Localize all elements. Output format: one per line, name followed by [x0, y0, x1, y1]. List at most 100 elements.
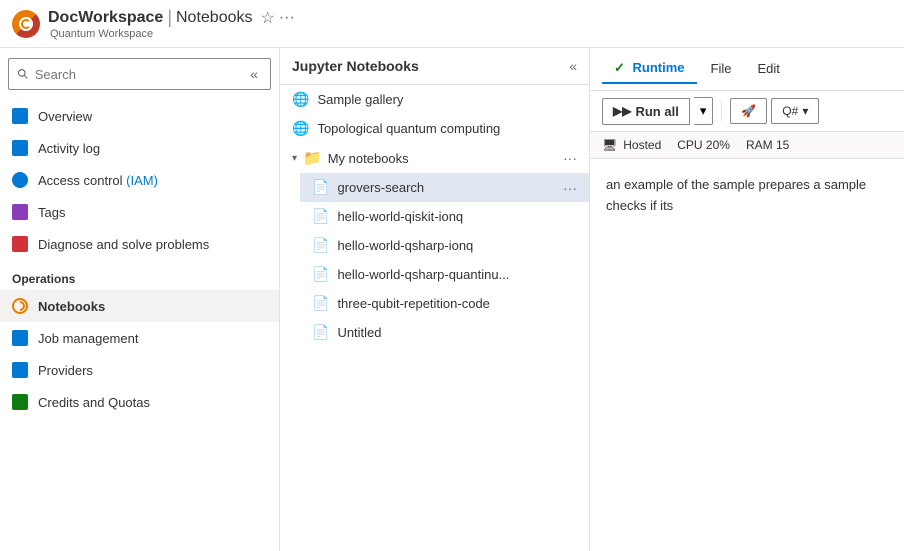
more-icon[interactable]: ···: [279, 9, 295, 27]
sidebar-nav: Overview Activity log Access control (IA…: [0, 100, 279, 551]
hello-world-qsharp-item[interactable]: 📄 hello-world-qsharp-ionq: [300, 231, 589, 260]
sidebar-item-label: Credits and Quotas: [38, 395, 150, 410]
sidebar-collapse-button[interactable]: «: [246, 64, 262, 84]
sidebar-item-overview[interactable]: Overview: [0, 100, 279, 132]
notebooks-svg-icon: [12, 298, 28, 314]
search-input[interactable]: [35, 67, 240, 82]
tab-label: File: [711, 61, 732, 76]
sidebar-item-providers[interactable]: Providers: [0, 354, 279, 386]
file-icon: 📄: [312, 324, 329, 341]
sidebar-item-label: Access control (IAM): [38, 173, 158, 188]
check-icon: ✓: [614, 60, 625, 75]
star-icon[interactable]: ☆: [261, 8, 275, 28]
sidebar-item-access-control[interactable]: Access control (IAM): [0, 164, 279, 196]
topbar: DocWorkspace | Notebooks ☆ ··· Quantum W…: [0, 0, 904, 48]
workspace-label: Quantum Workspace: [50, 28, 295, 40]
sidebar-item-job-management[interactable]: Job management: [0, 322, 279, 354]
hello-world-qsharp-q-item[interactable]: 📄 hello-world-qsharp-quantinu...: [300, 260, 589, 289]
middle-collapse-button[interactable]: «: [569, 58, 577, 74]
item-more-icon[interactable]: ···: [563, 180, 577, 196]
my-notebooks-header[interactable]: ▾ 📁 My notebooks ···: [280, 143, 589, 173]
sidebar-item-credits[interactable]: Credits and Quotas: [0, 386, 279, 418]
hosted-label: Hosted: [623, 138, 661, 152]
tab-label: Edit: [757, 61, 779, 76]
globe-icon: 🌐: [292, 91, 309, 108]
jupyter-notebooks-title: Jupyter Notebooks: [292, 58, 565, 74]
tab-label: Runtime: [633, 60, 685, 75]
sidebar: « Overview Activity log Access control (…: [0, 48, 280, 551]
sidebar-item-tags[interactable]: Tags: [0, 196, 279, 228]
access-icon: [12, 172, 28, 188]
sidebar-item-label: Providers: [38, 363, 93, 378]
middle-panel: Jupyter Notebooks « 🌐 Sample gallery 🌐 T…: [280, 48, 590, 551]
sidebar-item-label: Notebooks: [38, 299, 105, 314]
my-notebooks-children: 📄 grovers-search ··· 📄 hello-world-qiski…: [280, 173, 589, 347]
iam-link: (IAM): [126, 173, 158, 188]
globe-icon: 🌐: [292, 120, 309, 137]
toolbar-separator: [721, 101, 722, 121]
main-layout: « Overview Activity log Access control (…: [0, 48, 904, 551]
sidebar-item-diagnose[interactable]: Diagnose and solve problems: [0, 228, 279, 260]
middle-content: 🌐 Sample gallery 🌐 Topological quantum c…: [280, 85, 589, 551]
sidebar-item-notebooks[interactable]: Notebooks: [0, 290, 279, 322]
operations-section-label: Operations: [0, 260, 279, 290]
untitled-item[interactable]: 📄 Untitled: [300, 318, 589, 347]
app-subtitle: Notebooks: [176, 9, 253, 27]
sidebar-item-label: Activity log: [38, 141, 100, 156]
sidebar-item-activity-log[interactable]: Activity log: [0, 132, 279, 164]
chevron-down-icon: ▾: [700, 103, 707, 118]
sidebar-item-label: Tags: [38, 205, 65, 220]
rocket-icon: 🚀: [741, 104, 756, 118]
activity-icon: [12, 140, 28, 156]
tree-item-label: hello-world-qiskit-ionq: [337, 209, 463, 224]
tree-item-label: hello-world-qsharp-ionq: [337, 238, 473, 253]
tab-edit[interactable]: Edit: [745, 55, 791, 84]
overview-icon: [12, 108, 28, 124]
status-bar: 🖥 Hosted CPU 20% RAM 15: [590, 132, 904, 159]
grovers-search-item[interactable]: 📄 grovers-search ···: [300, 173, 589, 202]
sample-gallery-item[interactable]: 🌐 Sample gallery: [280, 85, 589, 114]
search-box[interactable]: «: [8, 58, 271, 90]
ram-status: RAM 15: [746, 138, 789, 152]
tree-item-label: grovers-search: [337, 180, 424, 195]
providers-icon: [12, 362, 28, 378]
tree-item-label: Topological quantum computing: [317, 121, 500, 136]
notebooks-icon: [12, 298, 28, 314]
title-separator: |: [167, 7, 172, 28]
folder-more-icon[interactable]: ···: [563, 150, 577, 166]
middle-header: Jupyter Notebooks «: [280, 48, 589, 85]
logo-c: [21, 19, 31, 29]
dropdown-icon: ▾: [802, 104, 808, 118]
three-qubit-item[interactable]: 📄 three-qubit-repetition-code: [300, 289, 589, 318]
right-tabs: ✓ Runtime File Edit: [590, 48, 904, 91]
file-icon: 📄: [312, 295, 329, 312]
run-dropdown-button[interactable]: ▾: [694, 97, 714, 125]
tab-runtime[interactable]: ✓ Runtime: [602, 54, 697, 84]
search-icon: [17, 67, 29, 81]
right-panel: ✓ Runtime File Edit ▶▶ Run all ▾ 🚀: [590, 48, 904, 551]
sidebar-item-label: Job management: [38, 331, 138, 346]
topological-item[interactable]: 🌐 Topological quantum computing: [280, 114, 589, 143]
tags-icon: [12, 204, 28, 220]
sidebar-item-label: Overview: [38, 109, 92, 124]
file-icon: 📄: [312, 266, 329, 283]
tab-file[interactable]: File: [699, 55, 744, 84]
run-all-label: Run all: [635, 104, 678, 119]
credits-icon: [12, 394, 28, 410]
notebook-content: an example of the sample prepares a samp…: [590, 159, 904, 551]
file-icon: 📄: [312, 237, 329, 254]
rocket-button[interactable]: 🚀: [730, 98, 767, 124]
run-all-button[interactable]: ▶▶ Run all: [602, 98, 690, 125]
file-icon: 📄: [312, 179, 329, 196]
qsharp-label: Q#: [782, 104, 798, 118]
hello-world-qiskit-item[interactable]: 📄 hello-world-qiskit-ionq: [300, 202, 589, 231]
tree-item-label: three-qubit-repetition-code: [337, 296, 489, 311]
app-logo: [12, 10, 40, 38]
diagnose-icon: [12, 236, 28, 252]
file-icon: 📄: [312, 208, 329, 225]
qsharp-button[interactable]: Q# ▾: [771, 98, 819, 124]
folder-icon: 📁: [303, 149, 322, 167]
logo-inner: [19, 17, 33, 31]
my-notebooks-folder: ▾ 📁 My notebooks ··· 📄 grovers-search ··…: [280, 143, 589, 347]
run-toolbar: ▶▶ Run all ▾ 🚀 Q# ▾: [590, 91, 904, 132]
